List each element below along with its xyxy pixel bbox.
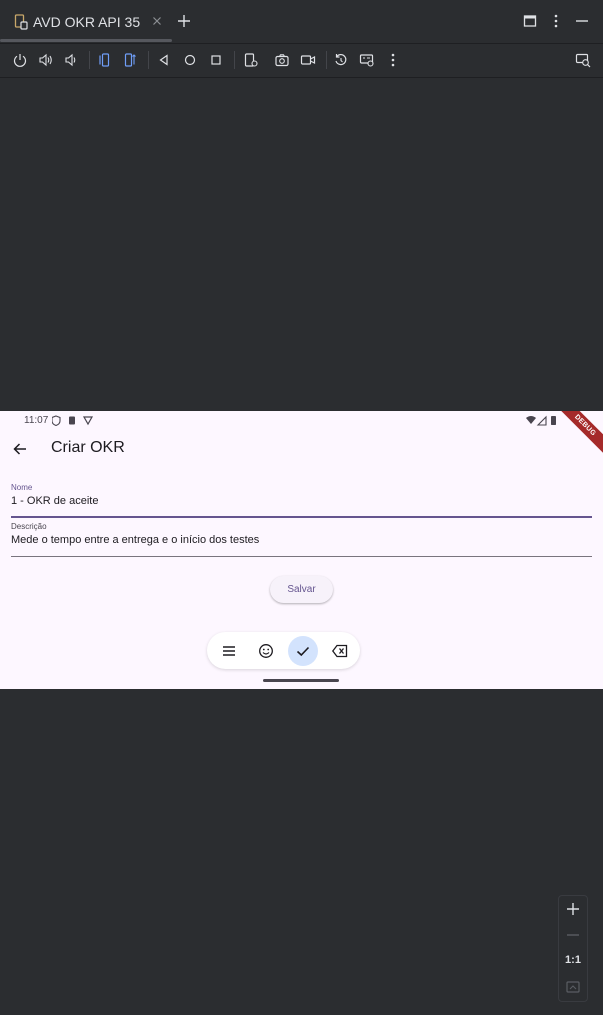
divider — [89, 51, 90, 69]
description-field[interactable]: Descrição Mede o tempo entre a entrega e… — [11, 522, 592, 557]
volume-down-icon[interactable] — [63, 52, 79, 68]
description-field-label: Descrição — [11, 522, 47, 531]
zoom-controls: 1:1 — [558, 895, 588, 1002]
device-screen[interactable]: 11:07 DEBUG Criar OKR Nome 1 - OKR de ac… — [0, 411, 603, 689]
home-icon[interactable] — [182, 52, 198, 68]
video-record-icon[interactable] — [300, 52, 316, 68]
backspace-button[interactable] — [325, 636, 355, 666]
rotate-left-icon[interactable] — [96, 52, 112, 68]
divider — [148, 51, 149, 69]
overview-icon[interactable] — [208, 52, 224, 68]
fold-icon[interactable] — [243, 52, 259, 68]
signal-wifi-battery-icons — [526, 415, 556, 426]
backspace-icon — [332, 644, 348, 658]
device-mirroring-icon[interactable] — [575, 52, 591, 68]
zoom-in-icon[interactable] — [564, 900, 582, 918]
rotate-right-icon[interactable] — [122, 52, 138, 68]
add-tab-icon[interactable] — [176, 13, 192, 29]
description-field-value: Mede o tempo entre a entrega e o início … — [11, 534, 260, 546]
zoom-out-icon[interactable] — [564, 926, 582, 944]
snapshot-icon[interactable] — [333, 52, 349, 68]
save-button[interactable]: Salvar — [270, 576, 333, 603]
minimize-icon[interactable] — [574, 13, 590, 29]
check-icon — [296, 646, 310, 657]
tab-title: AVD OKR API 35 — [33, 14, 141, 30]
close-icon[interactable] — [150, 14, 164, 28]
notification-icons — [52, 415, 94, 426]
divider — [326, 51, 327, 69]
camera-icon[interactable] — [274, 52, 290, 68]
emoji-icon — [259, 644, 273, 658]
tab-bar: AVD OKR API 35 — [0, 0, 603, 43]
emulator-toolbar — [0, 44, 603, 78]
keyboard-toolbar — [207, 632, 360, 669]
fit-screen-icon[interactable] — [564, 978, 582, 996]
gesture-handle[interactable] — [263, 679, 339, 682]
extended-controls-icon[interactable] — [359, 52, 375, 68]
tab-avd[interactable]: AVD OKR API 35 — [0, 0, 172, 43]
name-field[interactable]: Nome 1 - OKR de aceite — [11, 483, 592, 518]
menu-icon — [223, 646, 235, 656]
device-icon — [14, 14, 28, 30]
keyboard-menu-button[interactable] — [214, 636, 244, 666]
name-field-value: 1 - OKR de aceite — [11, 495, 99, 507]
volume-up-icon[interactable] — [38, 52, 54, 68]
page-title: Criar OKR — [51, 439, 125, 456]
divider — [234, 51, 235, 69]
back-icon[interactable] — [156, 52, 172, 68]
done-button[interactable] — [288, 636, 318, 666]
more-options-icon[interactable] — [385, 52, 401, 68]
status-time: 11:07 — [24, 415, 49, 426]
maximize-icon[interactable] — [522, 13, 538, 29]
more-options-icon[interactable] — [548, 13, 564, 29]
tab-selected-indicator — [0, 39, 172, 42]
name-field-underline — [11, 516, 592, 518]
zoom-actual-size-button[interactable]: 1:1 — [559, 954, 587, 966]
description-field-underline — [11, 556, 592, 557]
back-arrow-icon[interactable] — [12, 441, 28, 457]
power-icon[interactable] — [12, 52, 28, 68]
name-field-label: Nome — [11, 483, 33, 492]
emoji-button[interactable] — [251, 636, 281, 666]
